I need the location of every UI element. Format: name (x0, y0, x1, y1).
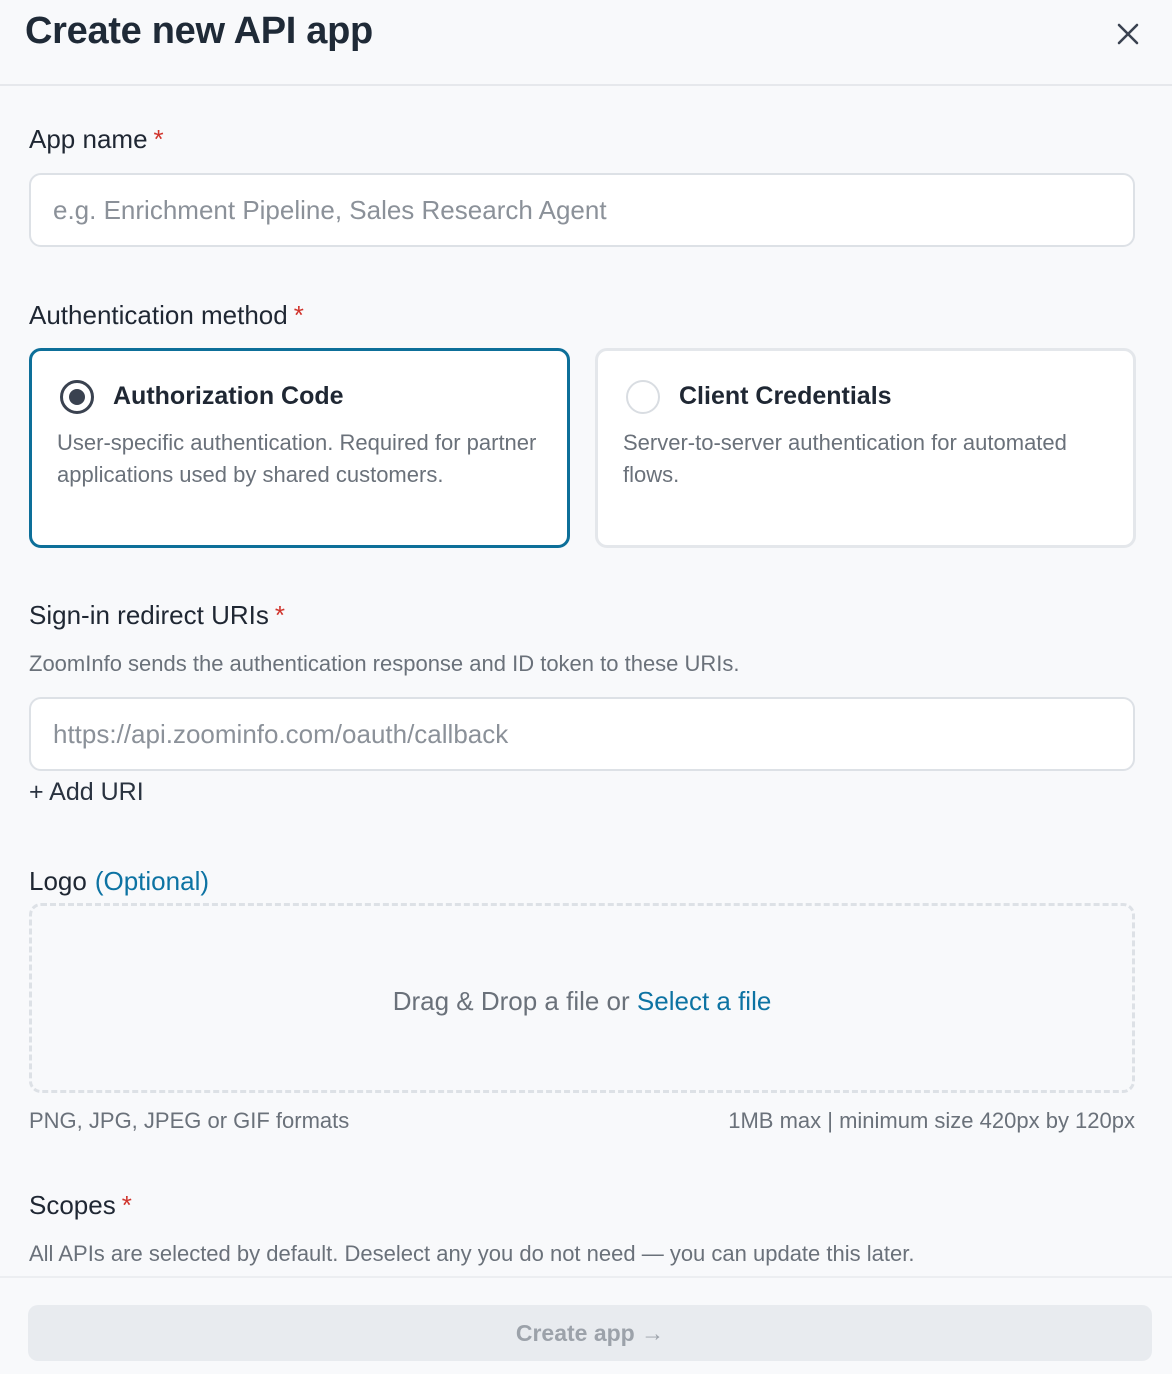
auth-option-client-credentials[interactable]: Client Credentials Server-to-server auth… (595, 348, 1136, 548)
scopes-label-text: Scopes (29, 1190, 116, 1220)
close-icon[interactable] (1114, 20, 1142, 48)
logo-size-hint: 1MB max | minimum size 420px by 120px (728, 1108, 1135, 1133)
auth-method-label-text: Authentication method (29, 300, 288, 330)
logo-dropzone[interactable]: Drag & Drop a file or Select a file (29, 903, 1135, 1093)
auth-option-description: User-specific authentication. Required f… (57, 430, 537, 487)
dialog-title: Create new API app (25, 10, 373, 52)
required-marker: * (274, 600, 285, 630)
auth-method-label: Authentication method * (29, 300, 304, 331)
dropzone-text: Drag & Drop a file or Select a file (32, 986, 1132, 1017)
redirect-uris-label: Sign-in redirect URIs * (29, 600, 285, 631)
redirect-uris-help: ZoomInfo sends the authentication respon… (29, 651, 740, 676)
radio-unselected-icon[interactable] (626, 380, 660, 414)
auth-option-title: Authorization Code (113, 382, 344, 410)
required-marker: * (293, 300, 304, 330)
auth-option-title: Client Credentials (679, 382, 892, 410)
required-marker: * (153, 124, 164, 154)
dropzone-instruction: Drag & Drop a file or (392, 986, 630, 1016)
create-app-button[interactable]: Create app → (28, 1305, 1152, 1361)
radio-selected-icon[interactable] (60, 380, 94, 414)
redirect-uri-input[interactable] (29, 697, 1135, 771)
scopes-help: All APIs are selected by default. Desele… (29, 1241, 915, 1266)
add-uri-button[interactable]: + Add URI (29, 778, 144, 807)
redirect-uris-label-text: Sign-in redirect URIs (29, 600, 269, 630)
logo-label-text: Logo (29, 866, 87, 896)
auth-option-description: Server-to-server authentication for auto… (623, 430, 1067, 487)
auth-option-authorization-code[interactable]: Authorization Code User-specific authent… (29, 348, 570, 548)
scopes-label: Scopes * (29, 1190, 132, 1221)
optional-marker: (Optional) (94, 866, 209, 896)
app-name-label: App name * (29, 124, 164, 155)
select-file-link[interactable]: Select a file (637, 986, 771, 1016)
required-marker: * (121, 1190, 132, 1220)
app-name-input[interactable] (29, 173, 1135, 247)
logo-label: Logo (Optional) (29, 866, 209, 897)
dialog-footer: Create app → (0, 1276, 1172, 1374)
dialog-header: Create new API app (0, 0, 1172, 86)
app-name-label-text: App name (29, 124, 148, 154)
logo-formats-hint: PNG, JPG, JPEG or GIF formats (29, 1108, 350, 1133)
